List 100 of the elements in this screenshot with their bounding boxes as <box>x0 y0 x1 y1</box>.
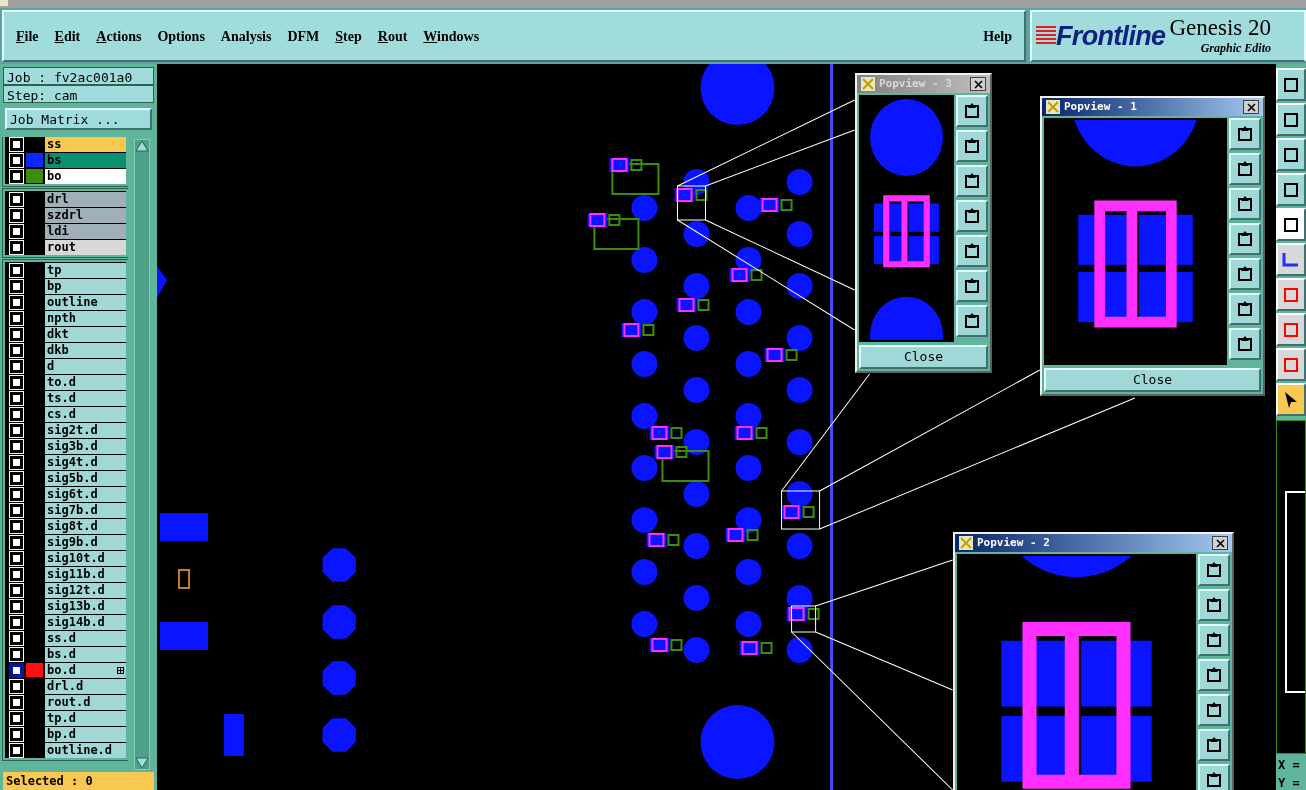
edge-pad <box>157 266 167 298</box>
layer-name[interactable]: ts.d <box>45 390 126 406</box>
tool-button[interactable] <box>1276 103 1306 136</box>
close-button[interactable]: Close <box>1044 368 1261 392</box>
layer-name[interactable]: sig3b.d <box>45 438 126 454</box>
layer-name[interactable]: bp.d <box>45 726 126 742</box>
view-tool-button[interactable] <box>956 95 988 127</box>
layer-name[interactable]: sig10t.d <box>45 550 126 566</box>
via-pad <box>735 195 762 221</box>
view-tool-button[interactable] <box>1229 328 1261 360</box>
layer-name[interactable]: sig6t.d <box>45 486 126 502</box>
brand-logo: Frontline <box>1056 19 1166 53</box>
component-footprint <box>649 426 683 440</box>
layer-name[interactable]: drl.d <box>45 678 126 694</box>
scrollbar[interactable] <box>134 139 150 770</box>
view-tool-button[interactable] <box>1229 223 1261 255</box>
layer-name[interactable]: outline.d <box>45 742 126 758</box>
close-icon[interactable] <box>1212 536 1228 550</box>
layer-name[interactable]: dkt <box>45 326 126 342</box>
layer-name[interactable]: sig9b.d <box>45 534 126 550</box>
via-pad <box>683 637 710 663</box>
layer-name[interactable]: ss.d <box>45 630 126 646</box>
menu-item[interactable]: Options <box>157 25 205 47</box>
layer-name[interactable]: sig2t.d <box>45 422 126 438</box>
close-icon[interactable] <box>970 77 986 91</box>
layer-name[interactable]: ss <box>45 137 126 152</box>
layer-name[interactable]: rout <box>45 239 126 255</box>
layer-name[interactable]: sig14b.d <box>45 614 126 630</box>
layer-name[interactable]: sig11b.d <box>45 566 126 582</box>
menu-item[interactable]: DFM <box>287 25 320 47</box>
menu-item[interactable]: File <box>16 25 39 47</box>
view-tool-button[interactable] <box>1229 188 1261 220</box>
view-tool-button[interactable] <box>956 130 988 162</box>
tool-button[interactable] <box>1276 243 1306 276</box>
frame-icon <box>1205 561 1223 579</box>
view-tool-button[interactable] <box>956 305 988 337</box>
layer-name[interactable]: drl <box>45 191 126 207</box>
layer-name[interactable]: sig7b.d <box>45 502 126 518</box>
view-tool-button[interactable] <box>1198 589 1230 621</box>
menu-item[interactable]: Analysis <box>220 25 272 47</box>
layer-name[interactable]: bo <box>45 168 126 184</box>
layer-name[interactable]: to.d <box>45 374 126 390</box>
view-tool-button[interactable] <box>956 235 988 267</box>
view-tool-button[interactable] <box>956 270 988 302</box>
view-tool-button[interactable] <box>1198 764 1230 790</box>
layer-name[interactable]: outline <box>45 294 126 310</box>
via-pad <box>631 247 658 273</box>
layer-name[interactable]: sig5b.d <box>45 470 126 486</box>
tool-button[interactable] <box>1276 68 1306 101</box>
view-tool-button[interactable] <box>1229 118 1261 150</box>
octagon-pad <box>322 605 356 639</box>
view-tool-button[interactable] <box>1229 153 1261 185</box>
job-matrix-button[interactable]: Job Matrix ... <box>5 108 152 130</box>
silkscreen-outline <box>178 569 191 589</box>
layer-name[interactable]: dkb <box>45 342 126 358</box>
layer-name[interactable]: tp <box>45 262 126 278</box>
via-pad <box>631 507 658 533</box>
layer-name[interactable]: tp.d <box>45 710 126 726</box>
view-tool-button[interactable] <box>1198 554 1230 586</box>
view-tool-button[interactable] <box>1229 293 1261 325</box>
close-button[interactable]: Close <box>859 345 988 369</box>
layer-name[interactable]: npth <box>45 310 126 326</box>
view-tool-button[interactable] <box>1198 624 1230 656</box>
tool-button[interactable] <box>1276 173 1306 206</box>
layer-name[interactable]: szdrl <box>45 207 126 223</box>
view-tool-button[interactable] <box>956 165 988 197</box>
tool-button[interactable] <box>1276 208 1306 241</box>
layer-name[interactable]: sig12t.d <box>45 582 126 598</box>
layer-name[interactable]: bp <box>45 278 126 294</box>
layer-name[interactable]: d <box>45 358 126 374</box>
view-tool-button[interactable] <box>1198 729 1230 761</box>
view-tool-button[interactable] <box>1229 258 1261 290</box>
via-pad <box>735 299 762 325</box>
via-pad <box>631 611 658 637</box>
zoom-frame <box>791 605 817 633</box>
layer-name[interactable]: bo.d <box>45 662 126 678</box>
via-pad <box>735 403 762 429</box>
menu-item[interactable]: Help <box>983 25 1012 47</box>
tool-button[interactable] <box>1276 138 1306 171</box>
layer-name[interactable]: rout.d <box>45 694 126 710</box>
tool-button[interactable] <box>1276 383 1306 416</box>
view-tool-button[interactable] <box>956 200 988 232</box>
menu-item[interactable]: Rout <box>377 25 408 47</box>
view-tool-button[interactable] <box>1198 659 1230 691</box>
layer-toggle[interactable] <box>10 663 23 677</box>
octagon-pad <box>322 548 356 582</box>
menu-item[interactable]: Actions <box>96 25 142 47</box>
menu-item[interactable]: Edit <box>54 25 81 47</box>
layer-name[interactable]: cs.d <box>45 406 126 422</box>
layer-name[interactable]: sig4t.d <box>45 454 126 470</box>
menu-item[interactable]: Step <box>335 25 362 47</box>
menu-item[interactable]: Windows <box>423 25 480 47</box>
layer-name[interactable]: ldi <box>45 223 126 239</box>
layer-name[interactable]: bs <box>45 152 126 168</box>
layer-name[interactable]: sig8t.d <box>45 518 126 534</box>
layer-name[interactable]: bs.d <box>45 646 126 662</box>
layer-name[interactable]: sig13b.d <box>45 598 126 614</box>
close-icon[interactable] <box>1243 100 1259 114</box>
view-tool-button[interactable] <box>1198 694 1230 726</box>
component-footprint <box>609 158 643 172</box>
